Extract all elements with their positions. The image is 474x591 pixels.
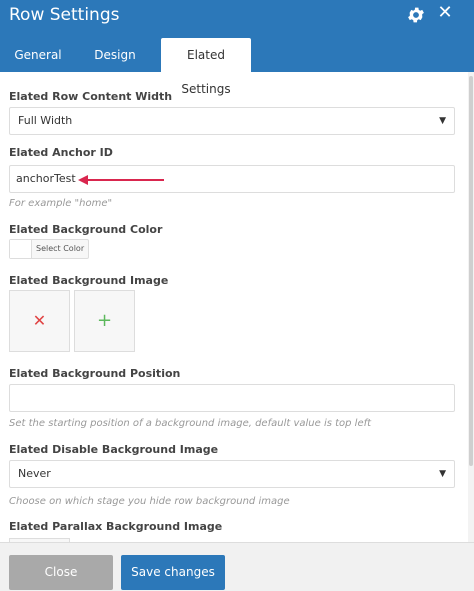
disable-background-image-value: Never xyxy=(18,467,51,480)
tab-general[interactable]: General xyxy=(9,38,67,72)
add-icon[interactable]: + xyxy=(74,290,135,352)
anchor-id-value: anchorTest xyxy=(16,172,76,185)
dialog-title: Row Settings xyxy=(9,5,120,25)
arrow-annotation xyxy=(78,175,164,185)
anchor-id-help: For example "home" xyxy=(9,198,113,209)
disable-background-image-help: Choose on which stage you hide row backg… xyxy=(9,496,290,507)
background-position-label: Elated Background Position xyxy=(9,367,181,380)
tab-design-options[interactable]: Design Options xyxy=(70,38,160,96)
row-settings-dialog: Row Settings ✕ General Design Options El… xyxy=(0,0,474,591)
close-icon[interactable]: ✕ xyxy=(436,3,454,23)
background-position-help: Set the starting position of a backgroun… xyxy=(9,418,372,429)
row-content-width-label: Elated Row Content Width xyxy=(9,90,173,103)
select-color-label: Select Color xyxy=(36,244,85,253)
background-image-label: Elated Background Image xyxy=(9,274,169,287)
color-swatch xyxy=(10,240,32,258)
anchor-id-label: Elated Anchor ID xyxy=(9,146,113,159)
background-position-input[interactable] xyxy=(9,384,455,412)
dialog-header: Row Settings ✕ General Design Options El… xyxy=(0,0,474,96)
tab-elated-settings[interactable]: Elated Settings xyxy=(161,38,251,96)
disable-background-image-label: Elated Disable Background Image xyxy=(9,443,219,456)
caret-down-icon: ▼ xyxy=(439,116,446,126)
caret-down-icon: ▼ xyxy=(439,469,446,479)
row-content-width-select[interactable]: Full Width ▼ xyxy=(9,107,455,135)
save-button[interactable]: Save changes xyxy=(121,555,225,590)
disable-background-image-select[interactable]: Never ▼ xyxy=(9,460,455,488)
gear-icon[interactable] xyxy=(406,5,426,25)
remove-icon[interactable]: ✕ xyxy=(9,290,70,352)
parallax-background-image-label: Elated Parallax Background Image xyxy=(9,520,223,533)
scrollbar-thumb[interactable] xyxy=(469,76,473,466)
row-content-width-value: Full Width xyxy=(18,114,73,127)
select-color-button[interactable]: Select Color xyxy=(9,239,89,259)
background-color-label: Elated Background Color xyxy=(9,223,163,236)
dialog-footer: Close Save changes xyxy=(0,542,474,591)
close-button[interactable]: Close xyxy=(9,555,113,590)
